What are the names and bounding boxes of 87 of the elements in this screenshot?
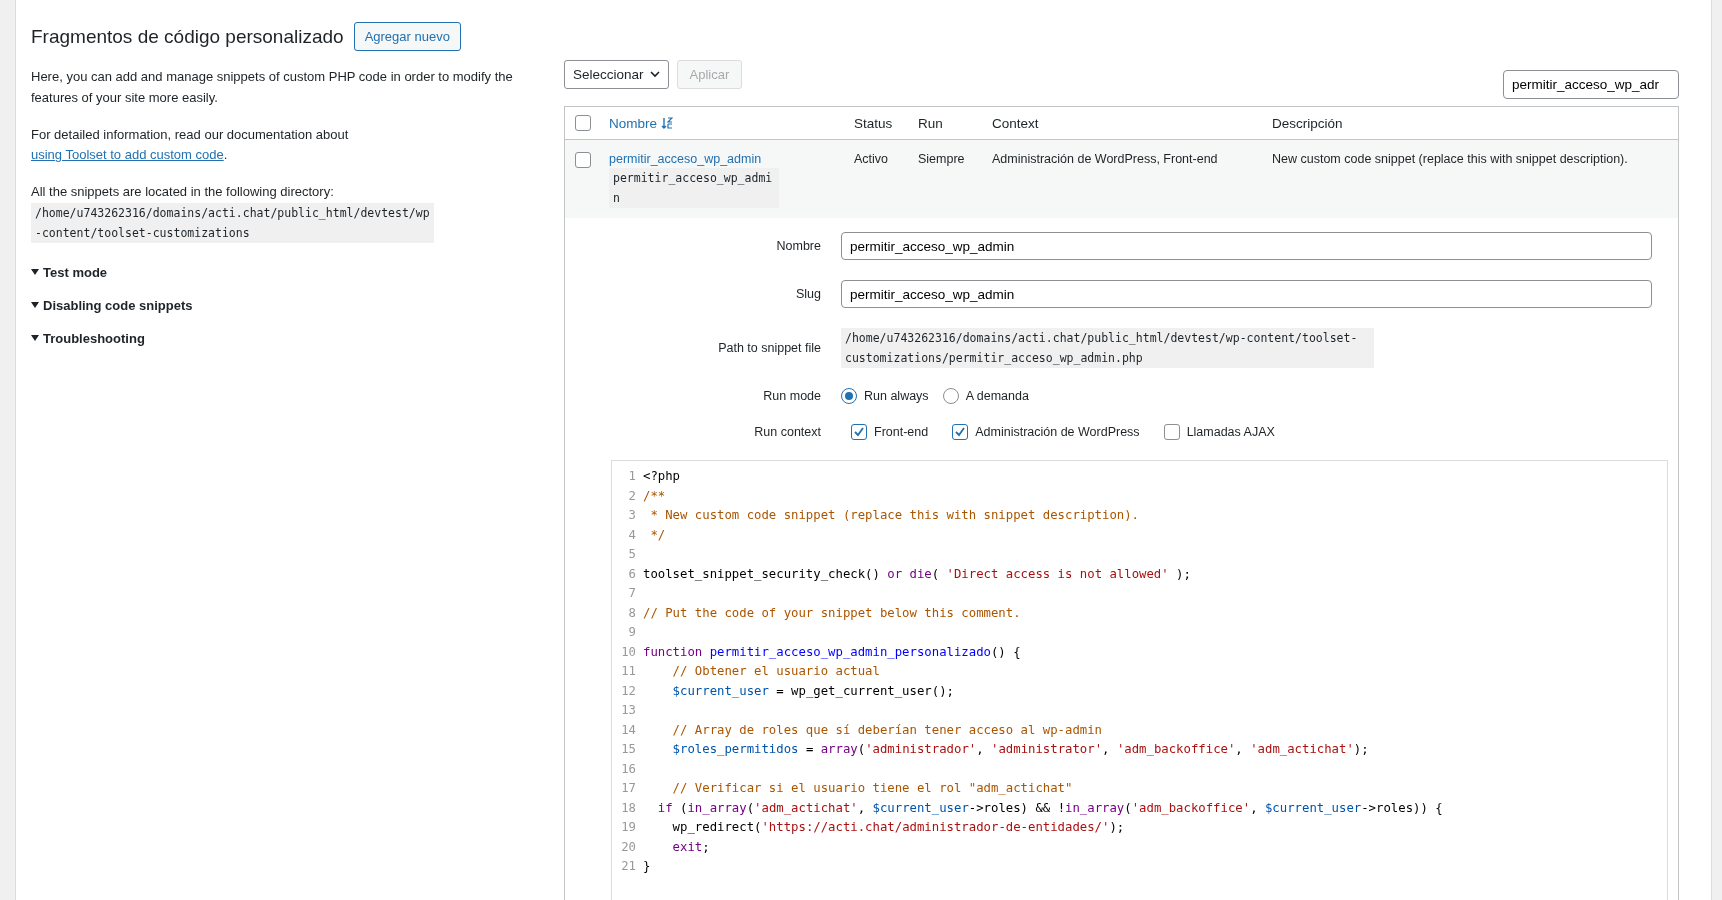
radio-button[interactable] <box>841 388 857 404</box>
code-line: /** <box>643 487 666 505</box>
directory-path: /home/u743262316/domains/acti.chat/public_html/devtest/wp-content/toolset-customizations <box>31 203 434 243</box>
line-number: 1 <box>627 468 637 485</box>
line-number: 11 <box>620 663 637 680</box>
line-number: 7 <box>627 585 637 602</box>
snippet-file-path: /home/u743262316/domains/acti.chat/public_html/devtest/wp-content/toolset-customizations/permitir_acceso_wp_admin.php <box>841 328 1374 368</box>
code-line: function permitir_acceso_wp_admin_personalizado() { <box>643 643 1021 661</box>
field-label: Run mode <box>762 389 821 403</box>
checkbox-label: Llamadas AJAX <box>1186 425 1275 439</box>
code-line: // Verificar si el usuario tiene el rol "adm_actichat" <box>671 780 1073 797</box>
line-number: 15 <box>620 741 637 758</box>
field-label: Path to snippet file <box>717 341 821 355</box>
column-header: Run <box>918 115 944 131</box>
line-number: 4 <box>627 526 637 544</box>
code-line: */ <box>649 526 666 544</box>
radio-label: A demanda <box>965 389 1029 403</box>
code-line: $roles_permitidos = array('administrador', 'administrator', 'adm_backoffice', 'adm_actichat'); <box>671 741 1369 758</box>
line-number: 20 <box>620 838 637 856</box>
intro-text: Here, you can add and manage snippets of custom PHP code in order to modify the features of your site more easily. <box>31 68 514 107</box>
line-number: 10 <box>620 643 637 661</box>
line-number: 18 <box>620 799 637 817</box>
snippet-slug: permitir_acceso_wp_admin <box>609 168 779 208</box>
line-number: 13 <box>620 702 637 719</box>
chevron-down-icon <box>649 71 660 78</box>
documentation-link[interactable]: using Toolset to add custom code <box>31 147 224 163</box>
line-number: 21 <box>620 858 637 875</box>
page-title: Fragmentos de código personalizado <box>31 25 344 48</box>
caret-down-icon <box>31 335 39 342</box>
column-header: Context <box>992 115 1040 131</box>
directory-text: All the snippets are located in the following directory: <box>31 183 335 202</box>
collapsible-section[interactable]: Disabling code snippets <box>31 298 536 313</box>
context-checkbox[interactable] <box>851 424 867 440</box>
line-number: 17 <box>620 780 637 797</box>
status-cell-text: Activo <box>854 152 890 166</box>
code-line: // Obtener el usuario actual <box>671 663 880 680</box>
context-checkbox[interactable] <box>952 424 969 440</box>
column-header: Descripción <box>1272 115 1344 131</box>
line-number: 3 <box>627 507 637 524</box>
description-cell-text: New custom code snippet (replace this with snippet description). <box>1272 152 1629 166</box>
code-line: $current_user = wp_get_current_user(); <box>671 682 954 700</box>
collapsible-section[interactable]: Test mode <box>31 265 536 280</box>
line-number: 19 <box>620 819 637 836</box>
line-number: 6 <box>627 565 637 583</box>
context-cell-text: Administración de WordPress, Front-end <box>992 152 1219 166</box>
line-number: 14 <box>620 721 637 739</box>
table-row[interactable]: permitir_acceso_wp_admin permitir_acceso_wp_admin Activo Siempre Administración de WordPress, Front-end New custom code snippet (replace this with snippet description). <box>565 140 1678 218</box>
sort-icon <box>661 117 673 129</box>
checkbox-label: Front-end <box>874 425 929 439</box>
select-all-checkbox[interactable] <box>575 115 591 131</box>
code-line: toolset_snippet_security_check() or die( 'Direct access is not allowed' ); <box>643 565 1191 583</box>
field-label: Nombre <box>775 239 821 253</box>
code-line: <?php <box>643 468 681 485</box>
checkbox-label: Administración de WordPress <box>975 425 1140 439</box>
line-number: 2 <box>627 487 637 505</box>
code-line: // Put the code of your snippet below this comment. <box>643 604 1021 622</box>
code-editor[interactable] <box>611 460 1668 900</box>
code-line: * New custom code snippet (replace this with snippet description). <box>649 507 1140 524</box>
column-header[interactable]: Nombre <box>609 115 854 131</box>
row-checkbox[interactable] <box>575 152 591 168</box>
run-cell-text: Siempre <box>918 152 966 166</box>
bulk-action-select[interactable]: Seleccionar <box>564 60 669 89</box>
code-line: exit; <box>671 838 710 856</box>
search-field[interactable]: permitir_acceso_wp_adr <box>1503 70 1679 99</box>
code-line: if (in_array('adm_actichat', $current_user->roles) && !in_array('adm_backoffice', $current_user->roles)) { <box>656 799 1443 817</box>
documentation-text: For detailed information, read our documentation about using Toolset to add custom code. <box>31 125 350 165</box>
code-line: // Array de roles que sí deberían tener acceso al wp-admin <box>671 721 1102 739</box>
slug-field[interactable]: permitir_acceso_wp_admin <box>841 280 1652 308</box>
context-checkbox[interactable] <box>1163 424 1180 440</box>
collapsible-section[interactable]: Troubleshooting <box>31 331 536 346</box>
code-line: wp_redirect('https://acti.chat/administrador-de-entidades/'); <box>671 819 1125 836</box>
add-new-button[interactable]: Agregar nuevo <box>353 22 461 51</box>
line-number: 5 <box>627 546 637 563</box>
caret-down-icon <box>31 302 39 309</box>
name-field[interactable]: permitir_acceso_wp_admin <box>841 232 1652 260</box>
line-number: 9 <box>627 624 637 641</box>
field-label: Run context <box>753 425 821 439</box>
radio-label: Run always <box>864 389 929 403</box>
radio-button[interactable] <box>942 388 959 404</box>
column-header: Status <box>854 115 894 131</box>
code-line: } <box>643 858 651 875</box>
line-number: 12 <box>620 682 637 700</box>
line-number: 16 <box>620 760 637 778</box>
snippet-name-link[interactable]: permitir_acceso_wp_admin <box>609 152 762 166</box>
field-label: Slug <box>794 287 821 301</box>
caret-down-icon <box>31 269 39 276</box>
line-number: 8 <box>627 604 637 622</box>
